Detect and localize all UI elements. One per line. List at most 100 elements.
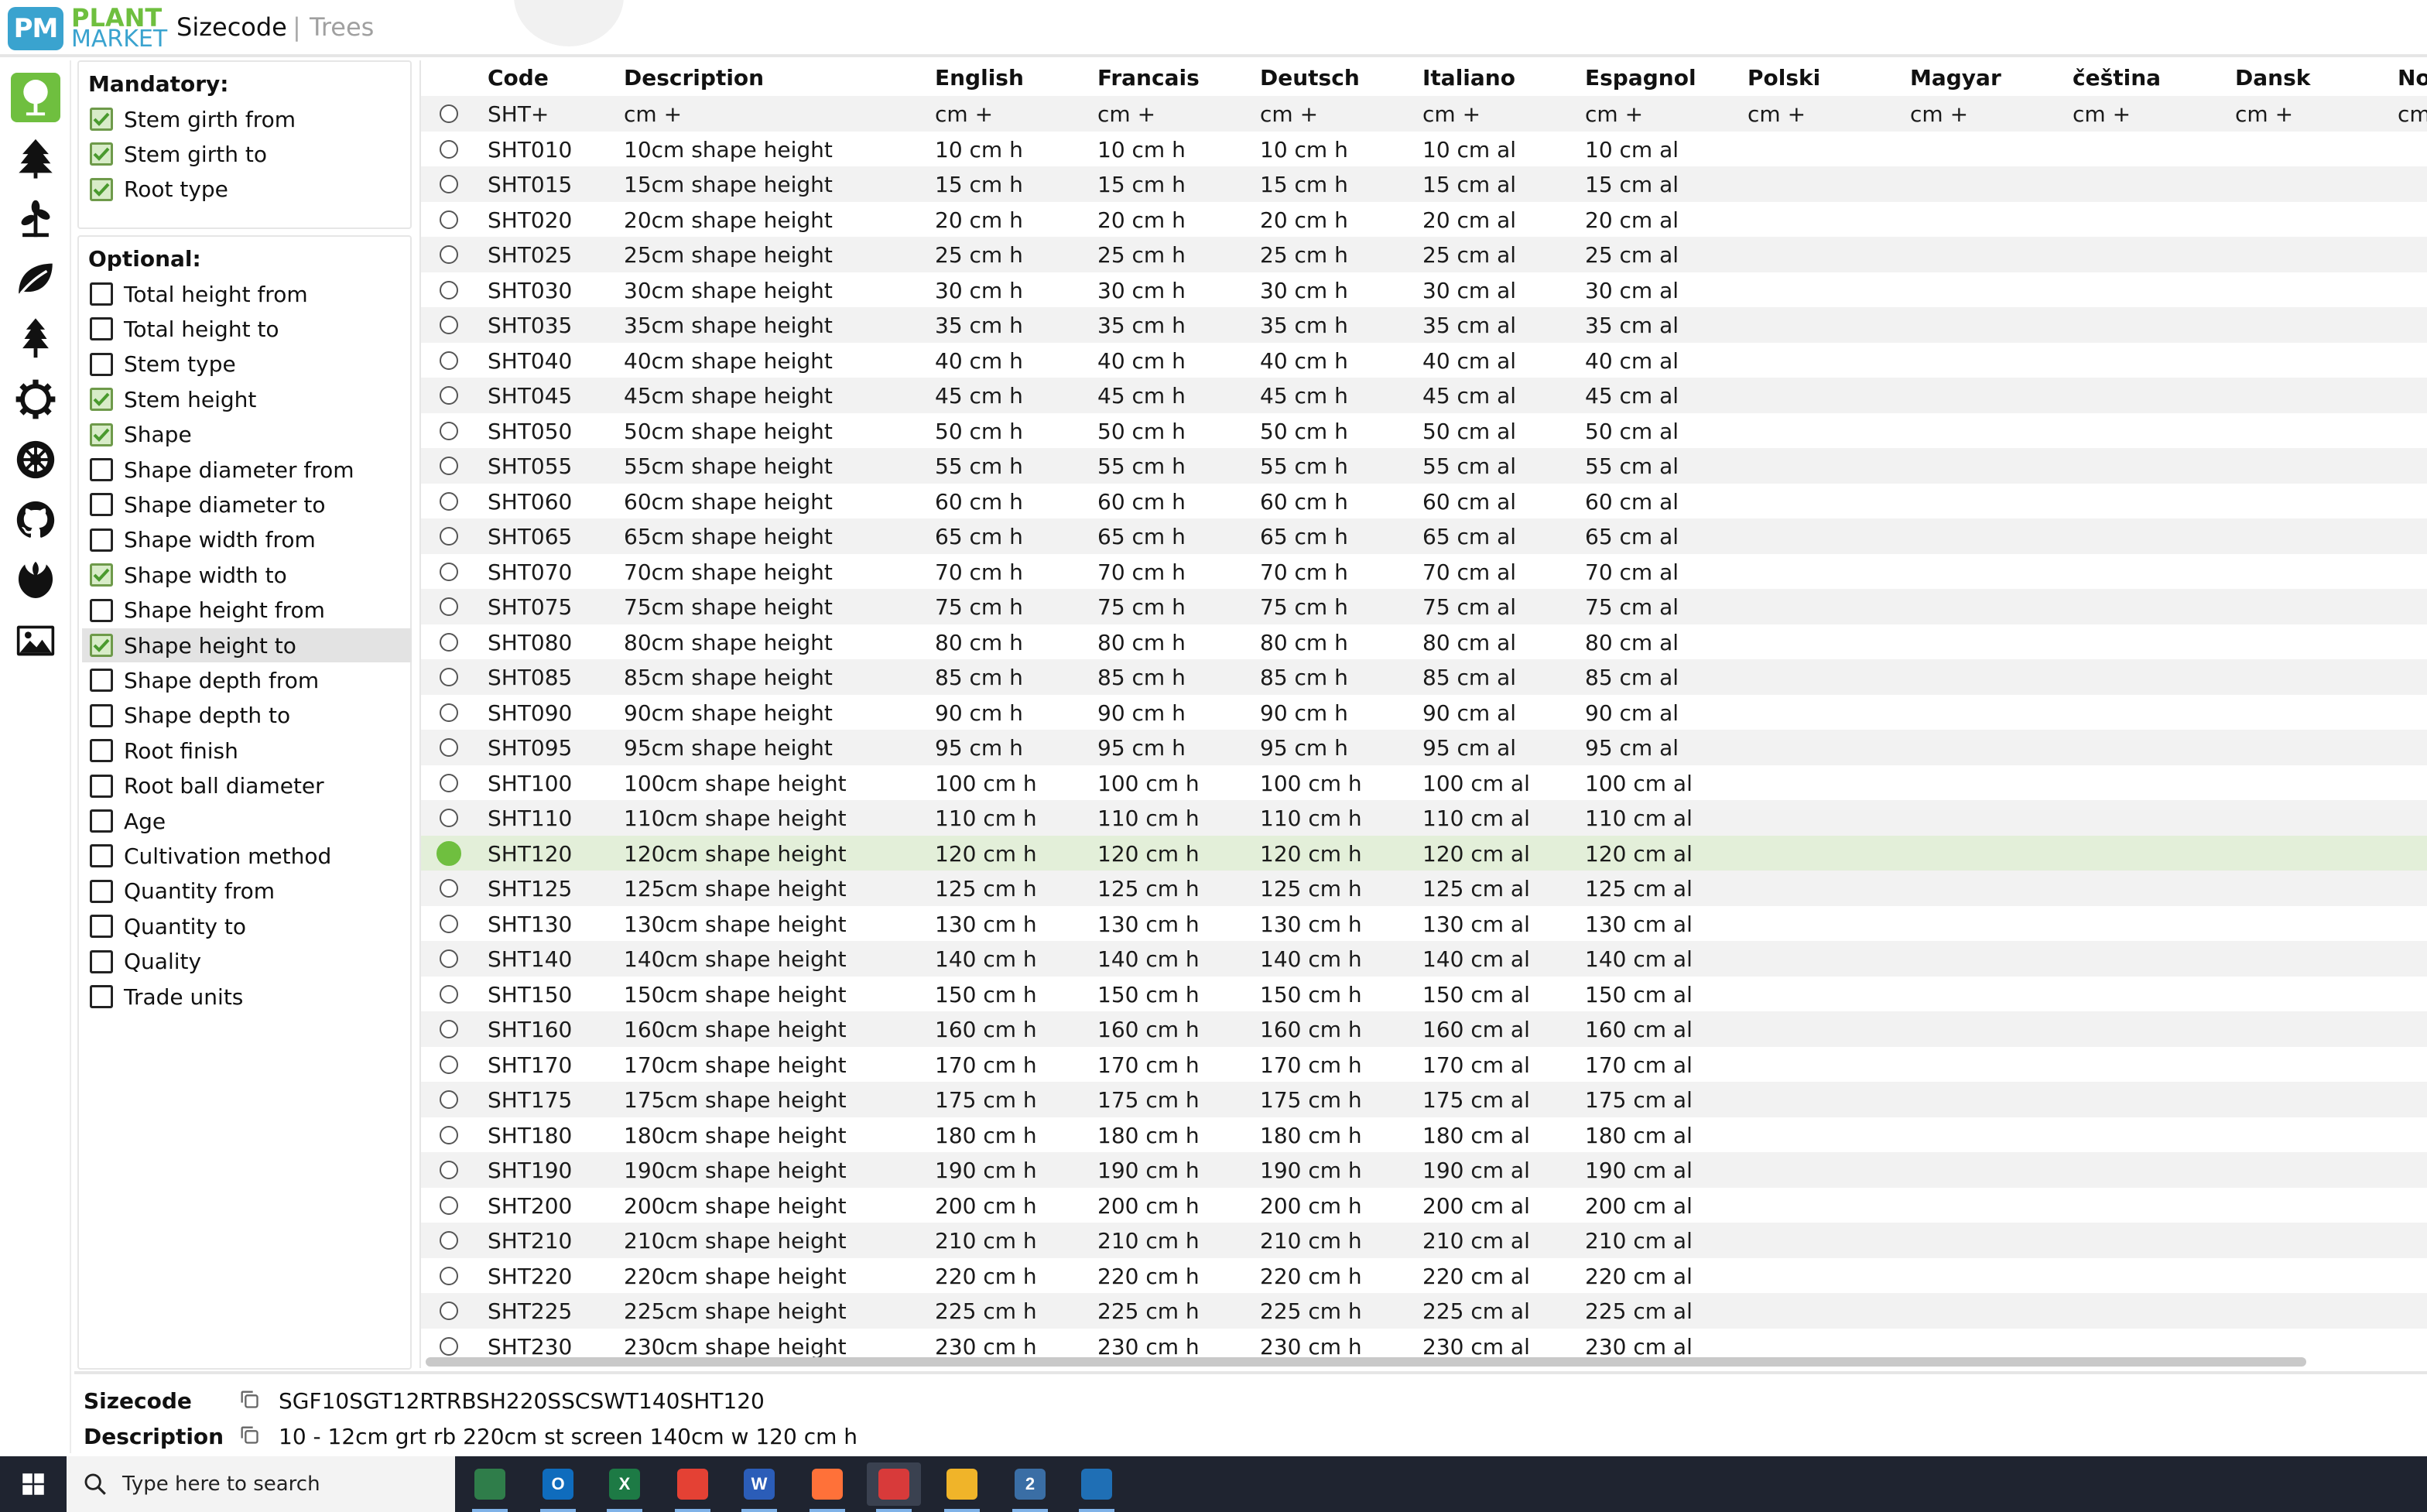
row-radio[interactable]	[440, 491, 458, 511]
option-total-height-to[interactable]: Total height to	[82, 312, 412, 346]
checkbox[interactable]	[90, 317, 113, 341]
column-header-magyar[interactable]: Magyar	[1910, 65, 2001, 91]
table-row[interactable]: SHT020 20cm shape height 20 cm h 20 cm h 20 …	[421, 201, 2427, 237]
column-header-francais[interactable]: Francais	[1097, 65, 1200, 91]
column-header-dansk[interactable]: Dansk	[2235, 65, 2310, 91]
row-radio[interactable]	[440, 421, 458, 440]
remote-app[interactable]: 2	[1003, 1462, 1057, 1512]
horizontal-scrollbar[interactable]	[426, 1357, 2306, 1367]
checkbox[interactable]	[90, 915, 113, 939]
checkbox[interactable]	[90, 703, 113, 727]
copy-icon[interactable]	[238, 1424, 260, 1445]
option-shape-height-from[interactable]: Shape height from	[82, 594, 412, 628]
plant-market-app[interactable]	[463, 1462, 517, 1512]
checkbox[interactable]	[90, 388, 113, 412]
row-radio[interactable]	[440, 1266, 458, 1285]
row-radio[interactable]	[440, 1196, 458, 1215]
row-radio[interactable]	[440, 809, 458, 827]
row-radio[interactable]	[440, 280, 458, 299]
checkbox[interactable]	[90, 809, 113, 833]
column-header-english[interactable]: English	[935, 65, 1024, 91]
option-root-type[interactable]: Root type	[82, 173, 412, 207]
column-header-čeština[interactable]: čeština	[2073, 65, 2161, 91]
row-radio[interactable]	[440, 457, 458, 475]
table-row[interactable]: SHT130 130cm shape height 130 cm h 130 cm h…	[421, 905, 2427, 941]
row-radio[interactable]	[440, 175, 458, 193]
table-row[interactable]: SHT075 75cm shape height 75 cm h 75 cm h 75 …	[421, 589, 2427, 624]
checkbox[interactable]	[90, 844, 113, 868]
column-header-espagnol[interactable]: Espagnol	[1585, 65, 1696, 91]
file-explorer-app[interactable]	[935, 1462, 989, 1512]
row-radio[interactable]	[440, 1020, 458, 1038]
checkbox[interactable]	[90, 282, 113, 306]
row-radio[interactable]	[440, 879, 458, 898]
table-row[interactable]: SHT170 170cm shape height 170 cm h 170 cm h…	[421, 1046, 2427, 1082]
checkbox[interactable]	[90, 352, 113, 376]
row-radio[interactable]	[440, 1090, 458, 1109]
option-shape[interactable]: Shape	[82, 418, 412, 452]
row-radio[interactable]	[440, 316, 458, 334]
option-quality[interactable]: Quality	[82, 945, 412, 979]
image-icon[interactable]	[11, 616, 60, 665]
option-cultivation-method[interactable]: Cultivation method	[82, 839, 412, 873]
settings-cog-icon[interactable]	[11, 375, 60, 424]
column-header-polski[interactable]: Polski	[1748, 65, 1820, 91]
row-radio[interactable]	[440, 527, 458, 546]
option-quantity-from[interactable]: Quantity from	[82, 874, 412, 908]
table-row[interactable]: SHT125 125cm shape height 125 cm h 125 cm h…	[421, 871, 2427, 906]
checkbox[interactable]	[90, 669, 113, 693]
option-shape-depth-from[interactable]: Shape depth from	[82, 663, 412, 697]
table-row[interactable]: SHT110 110cm shape height 110 cm h 110 cm h…	[421, 800, 2427, 836]
table-row[interactable]: SHT055 55cm shape height 55 cm h 55 cm h 55 …	[421, 448, 2427, 484]
table-row[interactable]: SHT140 140cm shape height 140 cm h 140 cm h…	[421, 941, 2427, 977]
column-header-description[interactable]: Description	[624, 65, 764, 91]
column-header-code[interactable]: Code	[488, 65, 549, 91]
option-age[interactable]: Age	[82, 804, 412, 838]
option-trade-units[interactable]: Trade units	[82, 980, 412, 1014]
checkbox[interactable]	[90, 528, 113, 552]
table-row[interactable]: SHT100 100cm shape height 100 cm h 100 cm h…	[421, 765, 2427, 800]
table-row[interactable]: SHT+ cm + cm + cm + cm + cm + cm + cm + cm + cm +…	[421, 96, 2427, 132]
row-radio[interactable]	[440, 1125, 458, 1144]
checkbox[interactable]	[90, 985, 113, 1008]
checkbox[interactable]	[90, 108, 113, 131]
row-radio[interactable]	[440, 1161, 458, 1179]
option-stem-girth-to[interactable]: Stem girth to	[82, 137, 412, 171]
copy-icon[interactable]	[238, 1388, 260, 1410]
table-row[interactable]: SHT095 95cm shape height 95 cm h 95 cm h 95 …	[421, 730, 2427, 765]
table-row[interactable]: SHT025 25cm shape height 25 cm h 25 cm h 25 …	[421, 237, 2427, 272]
plant-market-logo[interactable]: PM PLANT MARKET	[8, 5, 167, 53]
table-row[interactable]: SHT150 150cm shape height 150 cm h 150 cm h…	[421, 976, 2427, 1011]
option-shape-height-to[interactable]: Shape height to	[82, 628, 412, 662]
galactic-empire-icon[interactable]	[11, 435, 60, 484]
row-radio[interactable]	[440, 668, 458, 686]
firefox-app[interactable]	[800, 1462, 854, 1512]
row-radio[interactable]	[440, 703, 458, 722]
table-row[interactable]: SHT030 30cm shape height 30 cm h 30 cm h 30 …	[421, 272, 2427, 307]
column-header-no[interactable]: No	[2398, 65, 2427, 91]
table-row[interactable]: SHT040 40cm shape height 40 cm h 40 cm h 40 …	[421, 342, 2427, 378]
table-row[interactable]: SHT085 85cm shape height 85 cm h 85 cm h 85 …	[421, 659, 2427, 695]
pin-app[interactable]	[867, 1462, 921, 1512]
table-row[interactable]: SHT190 190cm shape height 190 cm h 190 cm h…	[421, 1152, 2427, 1188]
table-row[interactable]: SHT160 160cm shape height 160 cm h 160 cm h…	[421, 1011, 2427, 1047]
checkbox[interactable]	[90, 774, 113, 798]
table-row[interactable]: SHT200 200cm shape height 200 cm h 200 cm h…	[421, 1187, 2427, 1223]
table-row[interactable]: SHT120 120cm shape height 120 cm h 120 cm h…	[421, 835, 2427, 871]
table-row[interactable]: SHT050 50cm shape height 50 cm h 50 cm h 50 …	[421, 412, 2427, 448]
row-radio[interactable]	[440, 914, 458, 933]
row-radio[interactable]	[440, 773, 458, 792]
column-header-italiano[interactable]: Italiano	[1422, 65, 1515, 91]
table-row[interactable]: SHT180 180cm shape height 180 cm h 180 cm h…	[421, 1117, 2427, 1152]
outlook-app[interactable]: O	[531, 1462, 585, 1512]
start-button[interactable]	[0, 1456, 67, 1512]
row-radio[interactable]	[440, 1336, 458, 1356]
checkbox[interactable]	[90, 634, 113, 657]
checkbox[interactable]	[90, 422, 113, 446]
chrome-app[interactable]	[666, 1462, 720, 1512]
table-row[interactable]: SHT090 90cm shape height 90 cm h 90 cm h 90 …	[421, 694, 2427, 730]
option-root-ball-diameter[interactable]: Root ball diameter	[82, 769, 412, 803]
checkbox[interactable]	[90, 458, 113, 481]
row-radio[interactable]	[440, 245, 458, 264]
tree-conifer-icon[interactable]	[11, 133, 60, 183]
